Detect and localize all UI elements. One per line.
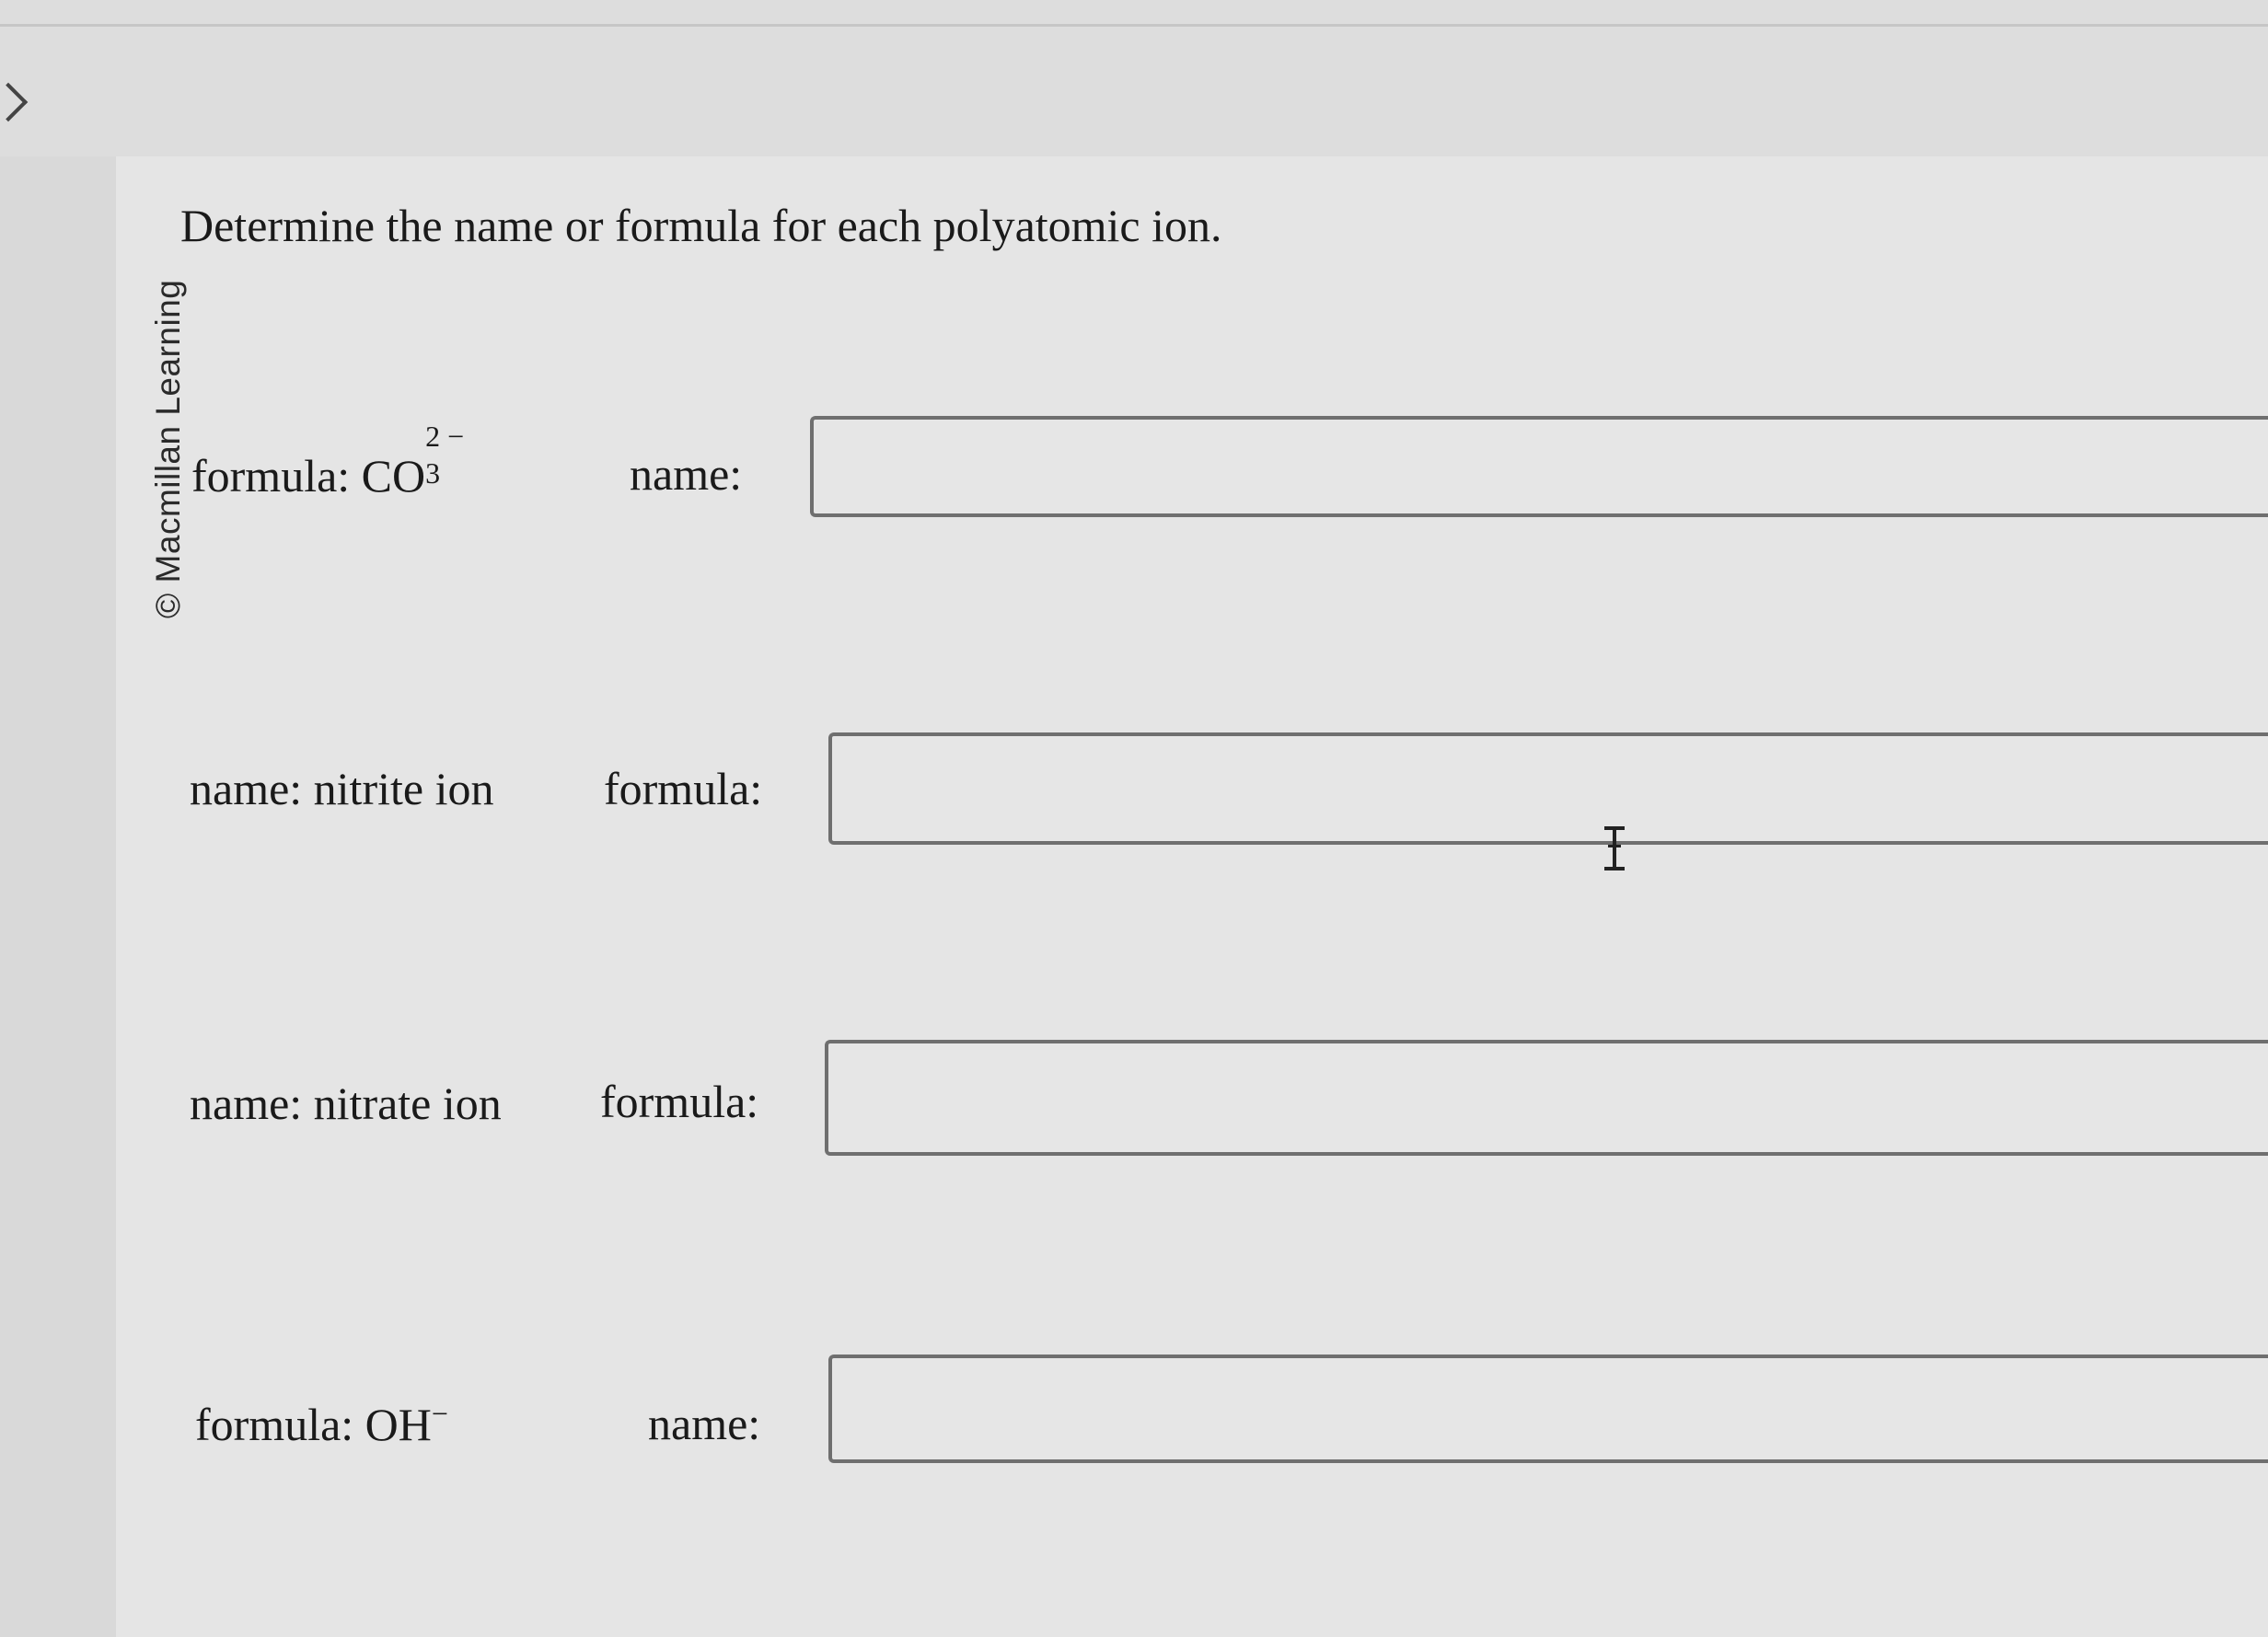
formula-base: OH [364, 1399, 432, 1450]
formula-base: CO [361, 450, 426, 501]
answer-input-4[interactable] [828, 1355, 2268, 1463]
given-name-nitrate: name: nitrate ion [190, 1078, 502, 1129]
formula-charge: 2 − [425, 420, 465, 453]
formula-subscript: 3 [425, 456, 441, 490]
chemical-formula: CO 2 −3 [361, 420, 465, 502]
ask-label-name: name: [648, 1398, 761, 1449]
formula-charge: − [431, 1397, 448, 1430]
copyright-notice: © Macmillan Learning [149, 279, 187, 618]
formula-charge-subscript: 2 −3 [425, 420, 464, 491]
given-prefix: formula: [195, 1399, 365, 1450]
given-name-nitrite: name: nitrite ion [190, 763, 494, 814]
text-cursor-icon [1604, 826, 1625, 870]
ask-label-formula: formula: [604, 763, 763, 814]
ask-label-name: name: [630, 448, 743, 500]
given-formula-hydroxide: formula: OH− [195, 1397, 448, 1451]
question-instruction: Determine the name or formula for each p… [180, 200, 1222, 251]
answer-input-1[interactable] [810, 416, 2268, 517]
top-divider [0, 24, 2268, 27]
answer-input-3[interactable] [825, 1040, 2268, 1156]
ask-label-formula: formula: [600, 1076, 759, 1127]
answer-input-2[interactable] [828, 732, 2268, 845]
browser-background [0, 0, 2268, 156]
given-formula-carbonate: formula: CO 2 −3 [191, 420, 465, 502]
given-prefix: formula: [191, 450, 362, 501]
